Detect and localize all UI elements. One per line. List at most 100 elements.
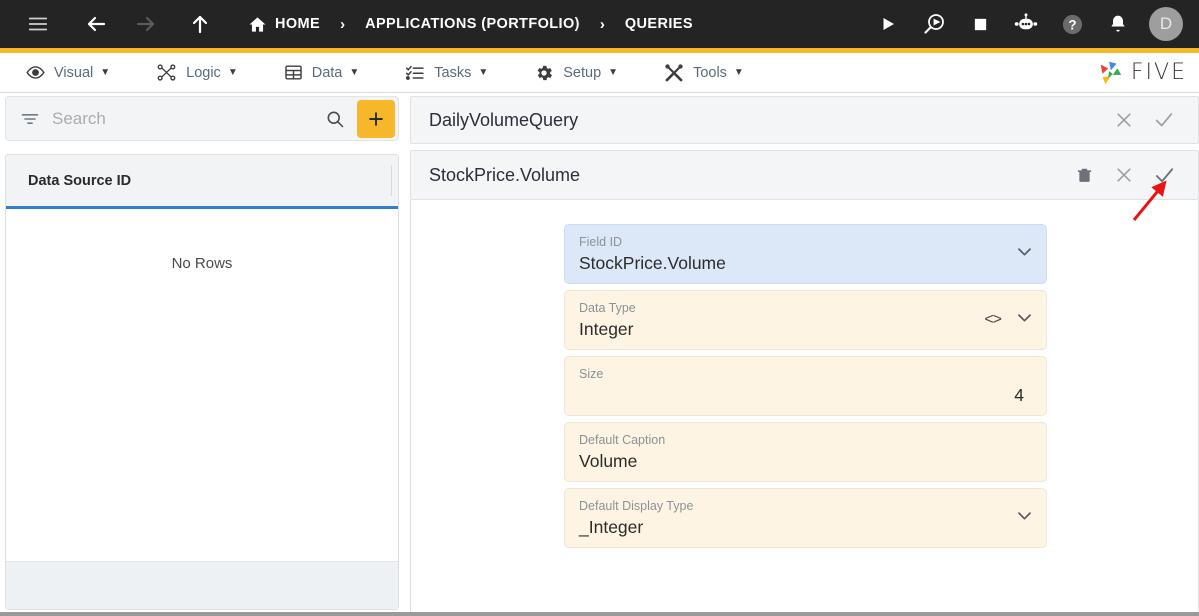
debug-icon[interactable] [911,0,957,48]
avatar[interactable]: D [1149,7,1183,41]
chevron-down-icon: ▼ [733,67,744,78]
field-delete-icon[interactable] [1064,155,1104,195]
application-window: HOME › APPLICATIONS (PORTFOLIO) › QUERIE… [0,0,1199,616]
breadcrumb-separator-2: › [599,15,605,33]
svg-text:?: ? [1068,17,1076,32]
form-field-default-display-type-value: _Integer [579,517,644,537]
stop-icon[interactable] [957,0,1003,48]
home-icon [248,15,267,34]
form-field-field-id-adornments [1015,242,1034,266]
query-header-actions [1104,100,1198,140]
column-divider [391,165,392,196]
checklist-icon [405,63,425,82]
form-field-data-type[interactable]: Data Type Integer <> [564,290,1047,350]
menu-tools-label: Tools [693,64,727,81]
arrow-right-icon[interactable] [124,0,168,48]
filter-icon[interactable] [6,109,52,129]
avatar-initial: D [1159,14,1173,33]
form-field-default-caption[interactable]: Default Caption Volume [564,422,1047,482]
chevron-down-icon[interactable] [1015,506,1034,530]
form-field-size-value: 4 [1014,385,1024,405]
run-icon[interactable] [865,0,911,48]
chatbot-icon[interactable] [1003,0,1049,48]
breadcrumb-queries-label: QUERIES [624,16,693,32]
menu-visual-label: Visual [54,64,94,81]
nodes-icon [156,63,177,82]
field-header-bar: StockPrice.Volume [410,150,1199,200]
form-field-data-type-label: Data Type [579,301,636,315]
chevron-down-icon: ▼ [478,67,489,78]
menu-setup[interactable]: Setup ▼ [520,53,632,93]
query-close-icon[interactable] [1104,100,1144,140]
form-field-data-type-value: Integer [579,319,634,339]
form-field-size-label: Size [579,367,604,381]
form-field-default-display-type-adornments [1015,506,1034,530]
query-confirm-icon[interactable] [1144,100,1184,140]
arrow-left-icon[interactable] [74,0,118,48]
chevron-down-icon[interactable] [1015,242,1034,266]
five-pinwheel-icon [1095,59,1125,87]
menu-tasks-label: Tasks [434,64,472,81]
field-title: StockPrice.Volume [429,164,581,185]
menu-data[interactable]: Data ▼ [270,53,374,93]
breadcrumb-home[interactable]: HOME [244,0,324,48]
menu-setup-label: Setup [563,64,602,81]
data-source-grid: Data Source ID No Rows [5,154,399,610]
form-field-default-caption-value: Volume [579,451,638,471]
search-icon[interactable] [313,109,357,129]
menu-tools[interactable]: Tools ▼ [650,53,758,93]
code-icon[interactable]: <> [984,311,1002,329]
app-logo: FIVE [1095,59,1199,87]
menu-logic[interactable]: Logic ▼ [142,53,252,93]
form-field-field-id-label: Field ID [579,235,623,249]
logo-text: FIVE [1130,60,1187,85]
form-field-data-type-adornments: <> [984,308,1034,332]
form-field-default-display-type[interactable]: Default Display Type _Integer [564,488,1047,548]
left-list-panel: Data Source ID No Rows [5,96,399,610]
gear-icon [534,63,554,83]
notifications-icon[interactable] [1095,0,1141,48]
grid-footer [6,561,398,609]
top-navigation-bar: HOME › APPLICATIONS (PORTFOLIO) › QUERIE… [0,0,1199,48]
grid-body: No Rows [6,209,398,561]
empty-state-message: No Rows [171,255,233,272]
right-detail-panel: DailyVolumeQuery StockPrice.Volume Field… [410,96,1199,616]
chevron-down-icon: ▼ [608,67,619,78]
form-field-field-id[interactable]: Field ID StockPrice.Volume [564,224,1047,284]
add-button[interactable] [357,99,395,138]
form-field-default-display-type-label: Default Display Type [579,499,694,513]
chevron-down-icon: ▼ [349,67,360,78]
arrow-up-icon[interactable] [178,0,222,48]
column-header-data-source-id[interactable]: Data Source ID [6,173,131,189]
query-title: DailyVolumeQuery [429,109,579,130]
breadcrumb-queries[interactable]: QUERIES [621,0,697,48]
topbar-actions: ? D [865,0,1199,48]
form-field-default-caption-label: Default Caption [579,433,666,447]
hamburger-icon[interactable] [16,0,60,48]
field-close-icon[interactable] [1104,155,1144,195]
chevron-down-icon: ▼ [100,67,111,78]
help-icon[interactable]: ? [1049,0,1095,48]
menu-logic-label: Logic [186,64,221,81]
main-menu-bar: Visual ▼ Logic ▼ Data ▼ Tasks ▼ Setup ▼ … [0,53,1199,93]
query-header-bar: DailyVolumeQuery [410,96,1199,144]
search-input[interactable] [52,108,313,129]
menu-tasks[interactable]: Tasks ▼ [391,53,502,93]
breadcrumb-applications[interactable]: APPLICATIONS (PORTFOLIO) [361,0,584,48]
form-field-field-id-value: StockPrice.Volume [579,253,726,273]
menu-visual[interactable]: Visual ▼ [12,53,124,93]
chevron-down-icon[interactable] [1015,308,1034,332]
window-bottom-edge [0,612,1199,616]
table-icon [284,63,303,82]
field-header-actions [1064,155,1198,195]
field-properties-form: Field ID StockPrice.Volume Data Type Int… [410,200,1199,616]
menu-data-label: Data [311,64,343,81]
field-confirm-icon[interactable] [1144,155,1184,195]
search-bar [5,96,399,141]
breadcrumb-applications-label: APPLICATIONS (PORTFOLIO) [365,16,580,32]
breadcrumb-home-label: HOME [275,16,321,32]
breadcrumb-separator-1: › [340,15,346,33]
tools-icon [664,63,684,83]
form-field-size[interactable]: Size 4 [564,356,1047,416]
eye-icon [26,63,45,82]
